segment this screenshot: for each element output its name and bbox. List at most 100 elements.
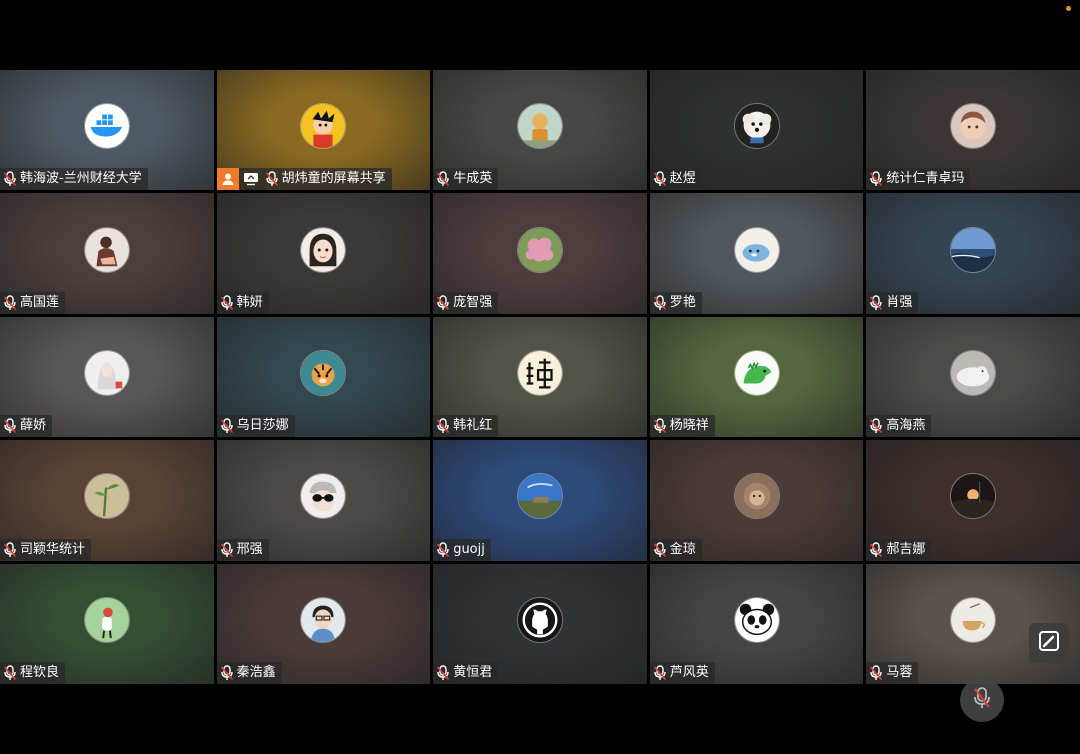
participant-tile[interactable]: 高海燕 [866,316,1080,438]
participant-tile[interactable]: 胡炜童的屏幕共享 [216,70,431,191]
participant-name: 金琼 [669,541,696,557]
cartoon-girl-avatar [301,227,346,272]
mic-muted-icon [3,171,17,187]
mic-muted-icon [3,665,17,681]
mic-muted-icon [3,418,17,434]
participant-avatar [950,103,997,150]
participant-name: 赵煜 [669,171,696,187]
participant-name: 司颖华统计 [20,541,86,557]
mic-muted-icon [265,171,279,187]
mic-muted-icon [220,418,234,434]
participant-name-tag: 罗艳 [649,291,702,314]
participant-name-tag: 高国莲 [0,291,66,314]
participant-name-tag: 程钦良 [0,662,66,684]
participant-tile[interactable]: 程钦良 [0,563,214,684]
participant-name: 乌日莎娜 [236,418,289,434]
participant-name: guojj [453,541,485,557]
participant-tile[interactable]: 韩妍 [216,193,431,314]
participant-name: 统计仁青卓玛 [886,171,965,187]
participant-tile[interactable]: 乌日莎娜 [216,316,431,438]
participant-tile[interactable]: 韩海波-兰州财经大学 [0,70,214,191]
participant-avatar [300,349,347,396]
participant-name: 郝吉娜 [886,541,926,557]
participant-name: 秦浩鑫 [236,665,276,680]
participant-name: 罗艳 [669,294,696,310]
seascape-avatar [951,227,996,272]
participant-tile[interactable]: 韩礼红 [433,316,647,438]
participant-tile[interactable]: 肖强 [866,193,1080,314]
participant-name: 邢强 [236,541,263,557]
participant-tile[interactable]: 金琼 [649,440,864,561]
participant-tile[interactable]: 秦浩鑫 [216,563,431,684]
lion-avatar [734,474,779,519]
person-icon [216,168,239,191]
participant-avatar [83,103,130,150]
participant-name-tag: 肖强 [866,291,919,314]
participant-name: 韩礼红 [453,418,493,434]
mic-muted-icon [869,541,883,558]
participant-avatar [516,103,563,150]
participant-tile[interactable]: 牛成英 [433,70,647,191]
participant-tile[interactable]: 邢强 [216,440,431,561]
mic-muted-icon [436,541,450,558]
participant-name-tag: 乌日莎娜 [216,415,295,438]
participant-avatar [733,596,780,643]
status-indicator-dot [1066,6,1071,11]
participant-avatar [516,596,563,643]
participant-tile[interactable]: 杨晓祥 [649,316,864,438]
panda-avatar [734,597,779,642]
participant-tile[interactable]: 庞智强 [433,193,647,314]
participant-tile[interactable]: 黄恒君 [433,563,647,684]
participant-name: 胡炜童的屏幕共享 [281,171,386,187]
dinosaur-avatar [734,350,779,395]
participant-tile[interactable]: 赵煜 [649,70,864,191]
participant-tile[interactable]: 芦风英 [649,563,864,684]
mic-muted-icon [653,171,667,187]
edit-button[interactable] [1029,623,1069,663]
participant-tile[interactable]: 统计仁青卓玛 [866,70,1080,191]
figure-avatar [517,104,562,149]
participant-name-tag: 薛娇 [0,415,53,438]
participant-tile[interactable]: 高国莲 [0,193,214,314]
plant-avatar [84,474,129,519]
cartoon-character-avatar [84,597,129,642]
participant-avatar [300,473,347,520]
participant-avatar [733,473,780,520]
participant-avatar [733,349,780,396]
teacup-avatar [951,597,996,642]
cartoon-boy-avatar [301,104,346,149]
tiger-avatar [301,350,346,395]
sunglasses-avatar [301,474,346,519]
participant-name: 程钦良 [20,665,60,680]
participant-name: 马蓉 [886,665,913,680]
docker-icon [84,104,129,149]
participant-tile[interactable]: guojj [433,440,647,561]
landscape-avatar [517,474,562,519]
participant-name-tag: 牛成英 [433,168,499,191]
participant-avatar [516,226,563,273]
participant-name-tag: 黄恒君 [433,662,499,684]
participant-grid: 韩海波-兰州财经大学 胡炜童的屏幕共享 牛成英 赵煜 统计仁青卓玛高国莲 韩妍 庞智强 罗艳 肖… [0,70,1080,684]
cartoon-man-avatar [301,597,346,642]
participant-avatar [300,596,347,643]
mic-muted-icon [436,295,450,311]
mic-muted-icon [869,295,883,311]
participant-name-tag: guojj [433,538,491,561]
mute-button[interactable] [960,678,1004,722]
participant-name: 芦风英 [669,665,709,680]
github-icon [517,597,562,642]
participant-tile[interactable]: 薛娇 [0,316,214,438]
participant-name-tag: 郝吉娜 [866,538,932,561]
sunset-avatar [951,474,996,519]
mic-muted-icon [653,295,667,311]
participant-name-tag: 马蓉 [866,662,919,684]
participant-tile[interactable]: 郝吉娜 [866,440,1080,561]
participant-name-tag: 金琼 [649,538,702,561]
woman-photo-avatar [84,227,129,272]
cartoon-seal-avatar [734,227,779,272]
participant-name-tag: 赵煜 [649,168,702,191]
cat-avatar [951,350,996,395]
participant-tile[interactable]: 司颖华统计 [0,440,214,561]
participant-tile[interactable]: 罗艳 [649,193,864,314]
edit-icon [1038,630,1060,656]
